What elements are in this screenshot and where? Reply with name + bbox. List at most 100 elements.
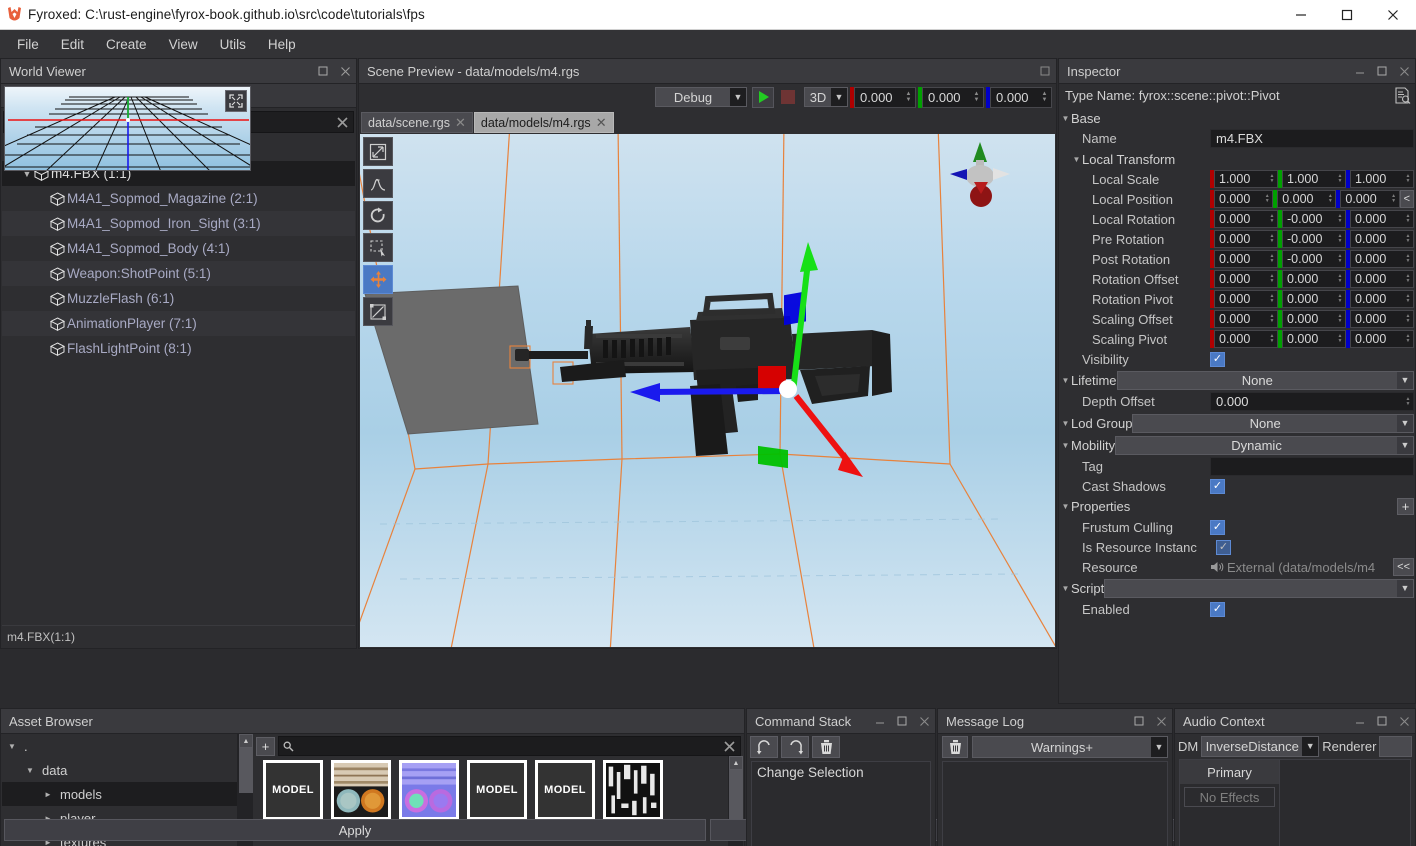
inspector-numeric-field[interactable]: 0.000 ▲ ▼ [1214,190,1274,208]
spinner-icon[interactable]: ▲ ▼ [1336,234,1345,244]
maximize-icon[interactable] [312,59,334,84]
inspector-numeric-field[interactable]: 0.000 ▲ ▼ [1350,210,1414,228]
depth-offset-field[interactable]: 0.000 ▲ ▼ [1210,392,1414,411]
stop-icon[interactable] [777,86,799,108]
chevron-down-icon[interactable]: ▼ [1060,419,1071,428]
minimize-icon[interactable] [1278,0,1324,30]
inspector-numeric-field[interactable]: 1.000 ▲ ▼ [1282,170,1346,188]
move-tool-icon[interactable] [363,265,393,294]
spinner-icon[interactable]: ▲ ▼ [1336,294,1345,304]
select-tool-icon[interactable] [363,137,393,166]
inspector-numeric-field[interactable]: 1.000 ▲ ▼ [1214,170,1278,188]
inspector-numeric-field[interactable]: -0.000 ▲ ▼ [1282,210,1346,228]
minimize-icon[interactable] [869,709,891,734]
inspector-section-lod-group[interactable]: ▼ Lod Group None ▼ [1060,412,1414,434]
inspector-numeric-field[interactable]: 0.000 ▲ ▼ [1350,330,1414,348]
rotate-tool-icon[interactable] [363,201,393,230]
terrain-tool-icon[interactable] [363,169,393,198]
play-icon[interactable] [752,86,774,108]
texture-thumbnail[interactable] [399,760,459,820]
inspector-section-lifetime[interactable]: ▼ Lifetime None ▼ [1060,369,1414,391]
distance-model-dropdown[interactable]: InverseDistance ▼ [1201,735,1320,757]
asset-search-input[interactable] [297,739,723,753]
command-entry[interactable]: Change Selection [757,765,925,780]
enabled-checkbox[interactable]: ✓ [1210,601,1225,617]
audio-bus-area[interactable]: Primary No Effects [1179,759,1411,846]
spinner-icon[interactable]: ▲ ▼ [1268,234,1277,244]
inspector-section-properties[interactable]: ▼ Properties + [1060,496,1414,517]
menu-create[interactable]: Create [95,33,158,56]
inspector-numeric-field[interactable]: -0.000 ▲ ▼ [1282,250,1346,268]
spinner-icon[interactable]: ▲ ▼ [1268,214,1277,224]
resource-browse-button[interactable]: << [1393,558,1414,576]
maximize-icon[interactable] [1034,59,1056,84]
chevron-down-icon[interactable]: ▼ [1060,114,1071,123]
scroll-up-icon[interactable]: ▲ [239,734,253,748]
spinner-icon[interactable]: ▲ ▼ [1268,314,1277,324]
chevron-down-icon[interactable]: ▼ [24,766,36,775]
trash-icon[interactable] [942,736,968,758]
maximize-icon[interactable] [1371,59,1393,84]
view-mode-dropdown[interactable]: 3D ▼ [804,87,848,107]
spinner-icon[interactable]: ▲ ▼ [1336,334,1345,344]
snap-y-field[interactable]: 0.000 ▲ ▼ [918,86,984,108]
inspector-section-local-transform[interactable]: ▼ Local Transform [1060,149,1414,169]
close-icon[interactable] [913,709,935,734]
message-log-list[interactable] [942,761,1168,846]
spinner-icon[interactable]: ▲ ▼ [1404,274,1413,284]
spinner-icon[interactable]: ▲ ▼ [1404,396,1413,407]
spinner-icon[interactable]: ▲ ▼ [904,91,915,103]
world-tree-item[interactable]: AnimationPlayer (7:1) [2,311,355,336]
apply-button[interactable]: Apply [4,819,706,841]
spinner-icon[interactable]: ▲ ▼ [1326,194,1335,204]
chevron-down-icon[interactable]: ▼ [1060,502,1071,511]
spinner-icon[interactable]: ▲ ▼ [972,91,983,103]
chevron-right-icon[interactable]: ► [42,790,54,799]
inspector-numeric-field[interactable]: 0.000 ▲ ▼ [1277,190,1337,208]
scroll-up-icon[interactable]: ▲ [729,756,743,770]
close-icon[interactable]: ✕ [596,115,607,131]
spinner-icon[interactable]: ▲ ▼ [1263,194,1272,204]
inspector-numeric-field[interactable]: 0.000 ▲ ▼ [1214,290,1278,308]
mobility-dropdown[interactable]: Dynamic ▼ [1115,435,1414,455]
inspector-body[interactable]: ▼ Base Name m4.FBX ▼ Local Transform Local Sca… [1060,108,1414,702]
inspector-numeric-field[interactable]: 0.000 ▲ ▼ [1282,330,1346,348]
asset-search[interactable] [278,736,741,756]
spinner-icon[interactable]: ▲ ▼ [1268,334,1277,344]
inspector-numeric-field[interactable]: 0.000 ▲ ▼ [1214,230,1278,248]
trash-icon[interactable] [812,736,840,758]
audio-bus-primary[interactable]: Primary No Effects [1180,760,1280,846]
rubber-band-select-icon[interactable] [363,233,393,262]
spinner-icon[interactable]: ▲ ▼ [1404,174,1413,184]
add-asset-button[interactable]: + [256,736,275,756]
world-tree-item[interactable]: M4A1_Sopmod_Iron_Sight (3:1) [2,211,355,236]
model-thumbnail[interactable]: MODEL [263,760,323,820]
plus-icon[interactable]: + [1397,498,1414,515]
minimize-icon[interactable] [1349,709,1371,734]
inspector-section-mobility[interactable]: ▼ Mobility Dynamic ▼ [1060,434,1414,456]
inspector-numeric-field[interactable]: -0.000 ▲ ▼ [1282,230,1346,248]
maximize-icon[interactable] [891,709,913,734]
maximize-icon[interactable] [1128,709,1150,734]
texture-thumbnail[interactable] [603,760,663,820]
spinner-icon[interactable]: ▲ ▼ [1336,274,1345,284]
close-icon[interactable] [1393,59,1415,84]
clear-icon[interactable] [723,740,736,753]
spinner-icon[interactable]: ▲ ▼ [1390,194,1399,204]
model-thumbnail[interactable]: MODEL [535,760,595,820]
expand-icon[interactable] [225,90,247,112]
spinner-icon[interactable]: ▲ ▼ [1268,174,1277,184]
close-icon[interactable] [1370,0,1416,30]
redo-icon[interactable] [781,736,809,758]
spinner-icon[interactable]: ▲ ▼ [1404,334,1413,344]
spinner-icon[interactable]: ▲ ▼ [1040,91,1051,103]
name-field[interactable]: m4.FBX [1210,129,1414,148]
close-icon[interactable] [334,59,356,84]
asset-folder-item[interactable]: ▼ data [2,758,237,782]
command-stack-list[interactable]: Change Selection [751,761,931,846]
scrollbar-thumb[interactable] [239,748,253,793]
menu-help[interactable]: Help [257,33,307,56]
tag-field[interactable] [1210,456,1414,476]
scale-tool-icon[interactable] [363,297,393,326]
chevron-down-icon[interactable]: ▼ [6,742,18,751]
